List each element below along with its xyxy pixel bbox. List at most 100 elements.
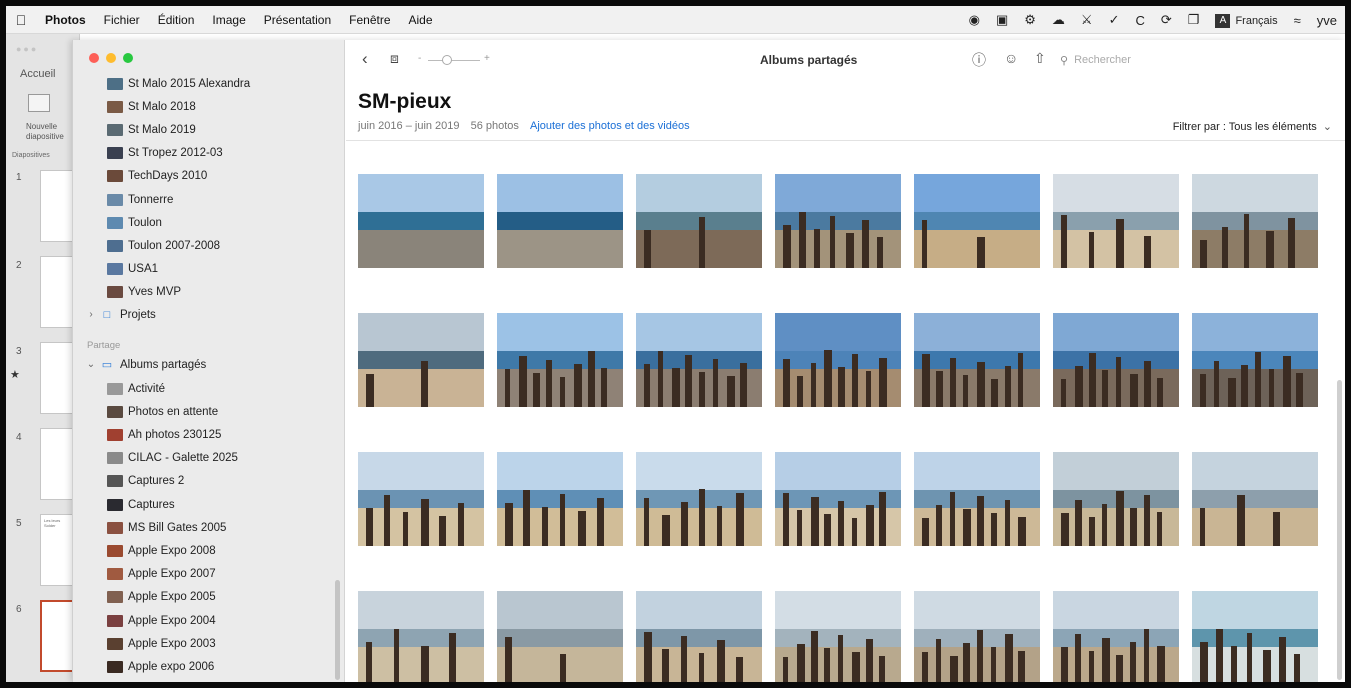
photo-thumbnail[interactable] — [1192, 591, 1318, 682]
photo-thumbnail[interactable] — [358, 452, 484, 546]
menu-photos[interactable]: Photos — [36, 13, 95, 27]
c-app-icon[interactable]: C — [1127, 13, 1152, 28]
sidebar-item-activity[interactable]: Activité — [73, 377, 335, 400]
zoom-slider[interactable]: - + — [418, 53, 490, 65]
display-icon[interactable]: ❐ — [1180, 12, 1208, 28]
new-slide-icon[interactable] — [28, 94, 50, 112]
share-icon[interactable]: ⇧ — [1034, 50, 1046, 67]
photo-thumbnail[interactable] — [914, 313, 1040, 407]
menu-aide[interactable]: Aide — [400, 13, 442, 27]
sidebar-item-shared-albums[interactable]: ⌄ ▭ Albums partagés — [73, 353, 335, 376]
sidebar-item-shared-album[interactable]: MS Bill Gates 2005 — [73, 516, 335, 539]
slideshow-icon[interactable]: ⧈ — [390, 50, 399, 67]
zoom-window-button[interactable] — [123, 53, 133, 63]
sidebar-scrollbar[interactable] — [335, 580, 340, 680]
apple-menu-icon[interactable]:  — [6, 12, 36, 28]
screenshot-tool-icon[interactable]: ▣ — [988, 12, 1016, 28]
keynote-window-controls[interactable]: ●●● — [16, 44, 38, 54]
remote-desktop-icon[interactable]: ⚙ — [1016, 12, 1044, 28]
photo-thumbnail[interactable] — [636, 591, 762, 682]
sidebar-item-album[interactable]: Toulon — [73, 211, 335, 234]
photo-thumbnail[interactable] — [358, 591, 484, 682]
sidebar-item-album[interactable]: Toulon 2007-2008 — [73, 234, 335, 257]
add-photos-link[interactable]: Ajouter des photos et des vidéos — [530, 120, 690, 132]
photo-thumbnail[interactable] — [775, 174, 901, 268]
photo-thumbnail[interactable] — [775, 313, 901, 407]
sidebar-item-shared-album[interactable]: Apple Expo 2008 — [73, 539, 335, 562]
photo-thumbnail[interactable] — [636, 174, 762, 268]
record-status-icon[interactable]: ◉ — [961, 12, 988, 28]
menu-fichier[interactable]: Fichier — [95, 13, 149, 27]
photo-thumbnail[interactable] — [636, 452, 762, 546]
photo-thumbnail[interactable] — [914, 591, 1040, 682]
sidebar-item-album[interactable]: St Malo 2015 Alexandra — [73, 72, 335, 95]
sidebar-item-shared-album[interactable]: Captures — [73, 493, 335, 516]
photo-thumbnail[interactable] — [358, 313, 484, 407]
photo-thumbnail[interactable] — [497, 591, 623, 682]
chevron-right-icon[interactable]: › — [85, 309, 97, 320]
menu-presentation[interactable]: Présentation — [255, 13, 340, 27]
sidebar-item-album[interactable]: Yves MVP — [73, 281, 335, 304]
cloud-icon[interactable]: ☁ — [1044, 12, 1073, 28]
slide-thumbnail[interactable]: Les leurs Solder — [40, 514, 76, 586]
tools-icon[interactable]: ⚔ — [1073, 12, 1101, 28]
zoom-knob[interactable] — [442, 55, 452, 65]
sidebar-item-shared-album[interactable]: Captures 2 — [73, 470, 335, 493]
menu-image[interactable]: Image — [203, 13, 254, 27]
new-slide-label[interactable]: Nouvelle diapositive — [26, 122, 74, 142]
sidebar-item-album[interactable]: TechDays 2010 — [73, 165, 335, 188]
photo-thumbnail[interactable] — [1053, 313, 1179, 407]
minimize-window-button[interactable] — [106, 53, 116, 63]
search-field[interactable]: ⚲ Rechercher — [1060, 48, 1270, 72]
close-window-button[interactable] — [89, 53, 99, 63]
sidebar-item-shared-album[interactable]: Apple Expo 2007 — [73, 563, 335, 586]
sidebar-item-album[interactable]: St Tropez 2012-03 — [73, 142, 335, 165]
photo-thumbnail[interactable] — [497, 313, 623, 407]
sidebar-item-album[interactable]: St Malo 2018 — [73, 95, 335, 118]
sidebar-item-shared-album[interactable]: Apple Expo 2003 — [73, 632, 335, 655]
slide-thumbnail[interactable] — [40, 342, 76, 414]
sidebar-item-projects[interactable]: › □ Projets — [73, 303, 335, 326]
photo-thumbnail[interactable] — [1192, 452, 1318, 546]
slide-thumbnail[interactable] — [40, 256, 76, 328]
sidebar-item-album[interactable]: Tonnerre — [73, 188, 335, 211]
photo-thumbnail[interactable] — [1053, 174, 1179, 268]
photo-thumbnail[interactable] — [1192, 174, 1318, 268]
back-chevron-icon[interactable]: ‹ — [362, 49, 368, 69]
time-machine-icon[interactable]: ⟳ — [1153, 12, 1180, 28]
photo-thumbnail[interactable] — [636, 313, 762, 407]
photo-thumbnail[interactable] — [914, 174, 1040, 268]
sidebar-item-album[interactable]: USA1 — [73, 258, 335, 281]
photo-thumbnail[interactable] — [497, 452, 623, 546]
sidebar-item-shared-album[interactable]: Photos en attente — [73, 400, 335, 423]
photo-thumbnail[interactable] — [775, 452, 901, 546]
photo-thumbnail[interactable] — [1053, 452, 1179, 546]
check-circle-icon[interactable]: ✓ — [1101, 12, 1128, 28]
main-scrollbar[interactable] — [1337, 380, 1342, 680]
photo-thumbnail[interactable] — [1192, 313, 1318, 407]
sidebar-item-shared-album[interactable]: CILAC - Galette 2025 — [73, 447, 335, 470]
menu-fenetre[interactable]: Fenêtre — [340, 13, 399, 27]
photo-thumbnail[interactable] — [497, 174, 623, 268]
sidebar-item-shared-album[interactable]: Apple Expo 2005 — [73, 586, 335, 609]
photo-thumbnail[interactable] — [358, 174, 484, 268]
slide-thumbnail-selected[interactable] — [40, 600, 76, 672]
photo-thumbnail[interactable] — [775, 591, 901, 682]
slide-thumbnail[interactable] — [40, 170, 76, 242]
sidebar-item-shared-album[interactable]: Ah photos 230125 — [73, 423, 335, 446]
photo-thumbnail[interactable] — [914, 452, 1040, 546]
photo-thumbnail[interactable] — [1053, 591, 1179, 682]
filter-dropdown[interactable]: Filtrer par : Tous les éléments ⌄ — [1173, 120, 1332, 133]
wifi-icon[interactable]: ≈ — [1286, 13, 1309, 28]
slide-thumbnail[interactable] — [40, 428, 76, 500]
input-source-menu[interactable]: A Français — [1207, 12, 1285, 28]
sidebar-item-shared-album[interactable]: Apple Expo 2004 — [73, 609, 335, 632]
zoom-out-icon[interactable]: - — [418, 53, 421, 64]
sidebar-item-shared-album[interactable]: Apple expo 2006 — [73, 655, 335, 678]
keynote-home-label[interactable]: Accueil — [20, 68, 55, 80]
people-icon[interactable]: ☺ — [1004, 50, 1018, 66]
menu-edition[interactable]: Édition — [149, 13, 204, 27]
info-icon[interactable]: ⓘ — [972, 50, 986, 70]
zoom-in-icon[interactable]: + — [484, 53, 490, 64]
chevron-down-icon[interactable]: ⌄ — [85, 359, 97, 370]
